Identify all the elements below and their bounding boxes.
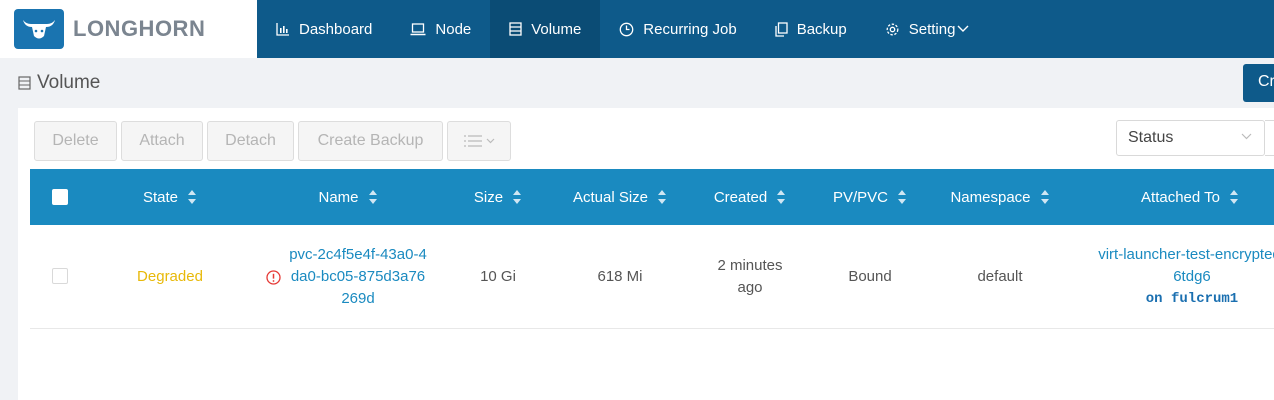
logo[interactable]: LONGHORN <box>0 0 257 58</box>
nav-dashboard[interactable]: Dashboard <box>257 0 391 58</box>
nav-backup[interactable]: Backup <box>756 0 866 58</box>
column-actual-size-label: Actual Size <box>572 188 649 206</box>
copy-icon <box>775 21 788 37</box>
column-header-name[interactable]: Name <box>273 169 423 225</box>
attached-workload-link[interactable]: 6tdg6 <box>1173 266 1211 288</box>
column-header-attached-to[interactable]: Attached To <box>1115 169 1265 225</box>
top-navigation-bar: LONGHORN Dashboard Node Volume Recurring… <box>0 0 1274 58</box>
sort-icon <box>777 190 786 204</box>
main-nav: Dashboard Node Volume Recurring Job Back… <box>257 0 988 58</box>
created-line: 2 minutes <box>717 257 783 274</box>
nav-node[interactable]: Node <box>391 0 490 58</box>
volume-panel: Delete Attach Detach Create Backup Statu… <box>18 108 1274 400</box>
status-filter-label: Status <box>1128 129 1174 146</box>
nav-node-label: Node <box>435 20 472 38</box>
column-header-pv-pvc[interactable]: PV/PVC <box>815 169 925 225</box>
filter-input[interactable] <box>1265 120 1274 156</box>
database-icon <box>18 76 31 90</box>
bar-chart-icon <box>276 23 289 36</box>
sort-icon <box>188 190 197 204</box>
created-line: ago <box>737 279 763 296</box>
sort-icon <box>1229 190 1238 204</box>
column-header-created[interactable]: Created <box>695 169 805 225</box>
volume-created: 2 minutes ago <box>695 225 805 329</box>
volume-name-line: da0-bc05-875d3a76 <box>290 268 426 285</box>
sort-icon <box>368 190 377 204</box>
volume-state: Degraded <box>137 268 203 285</box>
column-header-actual-size[interactable]: Actual Size <box>555 169 685 225</box>
nav-recurring-job-label: Recurring Job <box>643 20 737 38</box>
volume-namespace: default <box>977 268 1023 285</box>
column-attached-to-label: Attached To <box>1141 188 1220 206</box>
volume-name-line: 269d <box>341 290 375 307</box>
sort-icon <box>898 190 907 204</box>
nav-setting-label: Setting <box>908 20 956 38</box>
volume-name-line: pvc-2c4f5e4f-43a0-4 <box>289 246 427 263</box>
detach-button[interactable]: Detach <box>207 121 294 161</box>
table-row[interactable]: Degraded pvc-2c4f5e4f-43a0-4 da0-bc05-87… <box>30 225 1274 329</box>
column-header-state[interactable]: State <box>110 169 230 225</box>
sort-icon <box>1040 190 1049 204</box>
volume-attached-to: virt-launcher-test-encrypted- 6tdg6 on f… <box>1090 237 1274 317</box>
nav-volume-label: Volume <box>531 20 582 38</box>
create-backup-button[interactable]: Create Backup <box>298 121 443 161</box>
chevron-down-icon <box>1241 133 1252 140</box>
attached-workload-link[interactable]: virt-launcher-test-encrypted- <box>1098 244 1274 266</box>
delete-button[interactable]: Delete <box>34 121 117 161</box>
database-icon <box>509 22 522 36</box>
chevron-down-icon <box>486 138 494 144</box>
sort-icon <box>658 190 667 204</box>
column-size-label: Size <box>473 188 504 206</box>
status-filter-select[interactable]: Status <box>1116 120 1265 156</box>
logo-text: LONGHORN <box>73 16 206 41</box>
clock-icon <box>619 22 634 36</box>
column-name-label: Name <box>318 188 359 206</box>
page-title-text: Volume <box>37 72 101 93</box>
volume-size: 10 Gi <box>480 268 516 285</box>
volume-name-link[interactable]: pvc-2c4f5e4f-43a0-4 da0-bc05-875d3a76 26… <box>283 237 433 317</box>
select-all-checkbox[interactable] <box>52 189 68 205</box>
page-header: Volume <box>0 58 1274 108</box>
nav-recurring-job[interactable]: Recurring Job <box>600 0 755 58</box>
sort-icon <box>513 190 522 204</box>
longhorn-logo-icon <box>14 9 64 49</box>
warning-icon <box>266 270 281 285</box>
gear-icon <box>886 23 899 35</box>
column-state-label: State <box>142 188 179 206</box>
attach-button[interactable]: Attach <box>121 121 203 161</box>
list-icon <box>463 135 482 147</box>
nav-backup-label: Backup <box>796 20 847 38</box>
nav-dashboard-label: Dashboard <box>299 20 373 38</box>
volume-pv-pvc: Bound <box>848 268 892 285</box>
column-header-size[interactable]: Size <box>448 169 548 225</box>
column-header-namespace[interactable]: Namespace <box>935 169 1065 225</box>
row-checkbox[interactable] <box>52 268 68 284</box>
chevron-down-icon <box>957 25 969 32</box>
volume-actual-size: 618 Mi <box>597 268 643 285</box>
more-actions-button[interactable] <box>447 121 511 161</box>
laptop-icon <box>410 23 426 36</box>
create-volume-button[interactable]: Create Volume <box>1243 64 1274 102</box>
table-header: State Name Size Actual Size Created PV/P… <box>30 169 1274 225</box>
column-created-label: Created <box>713 188 768 206</box>
column-pv-pvc-label: PV/PVC <box>832 188 889 206</box>
nav-setting[interactable]: Setting <box>866 0 989 58</box>
nav-volume[interactable]: Volume <box>490 0 601 58</box>
page-title: Volume <box>18 72 100 94</box>
column-namespace-label: Namespace <box>950 188 1031 206</box>
attached-node-link[interactable]: on fulcrum1 <box>1146 288 1238 310</box>
